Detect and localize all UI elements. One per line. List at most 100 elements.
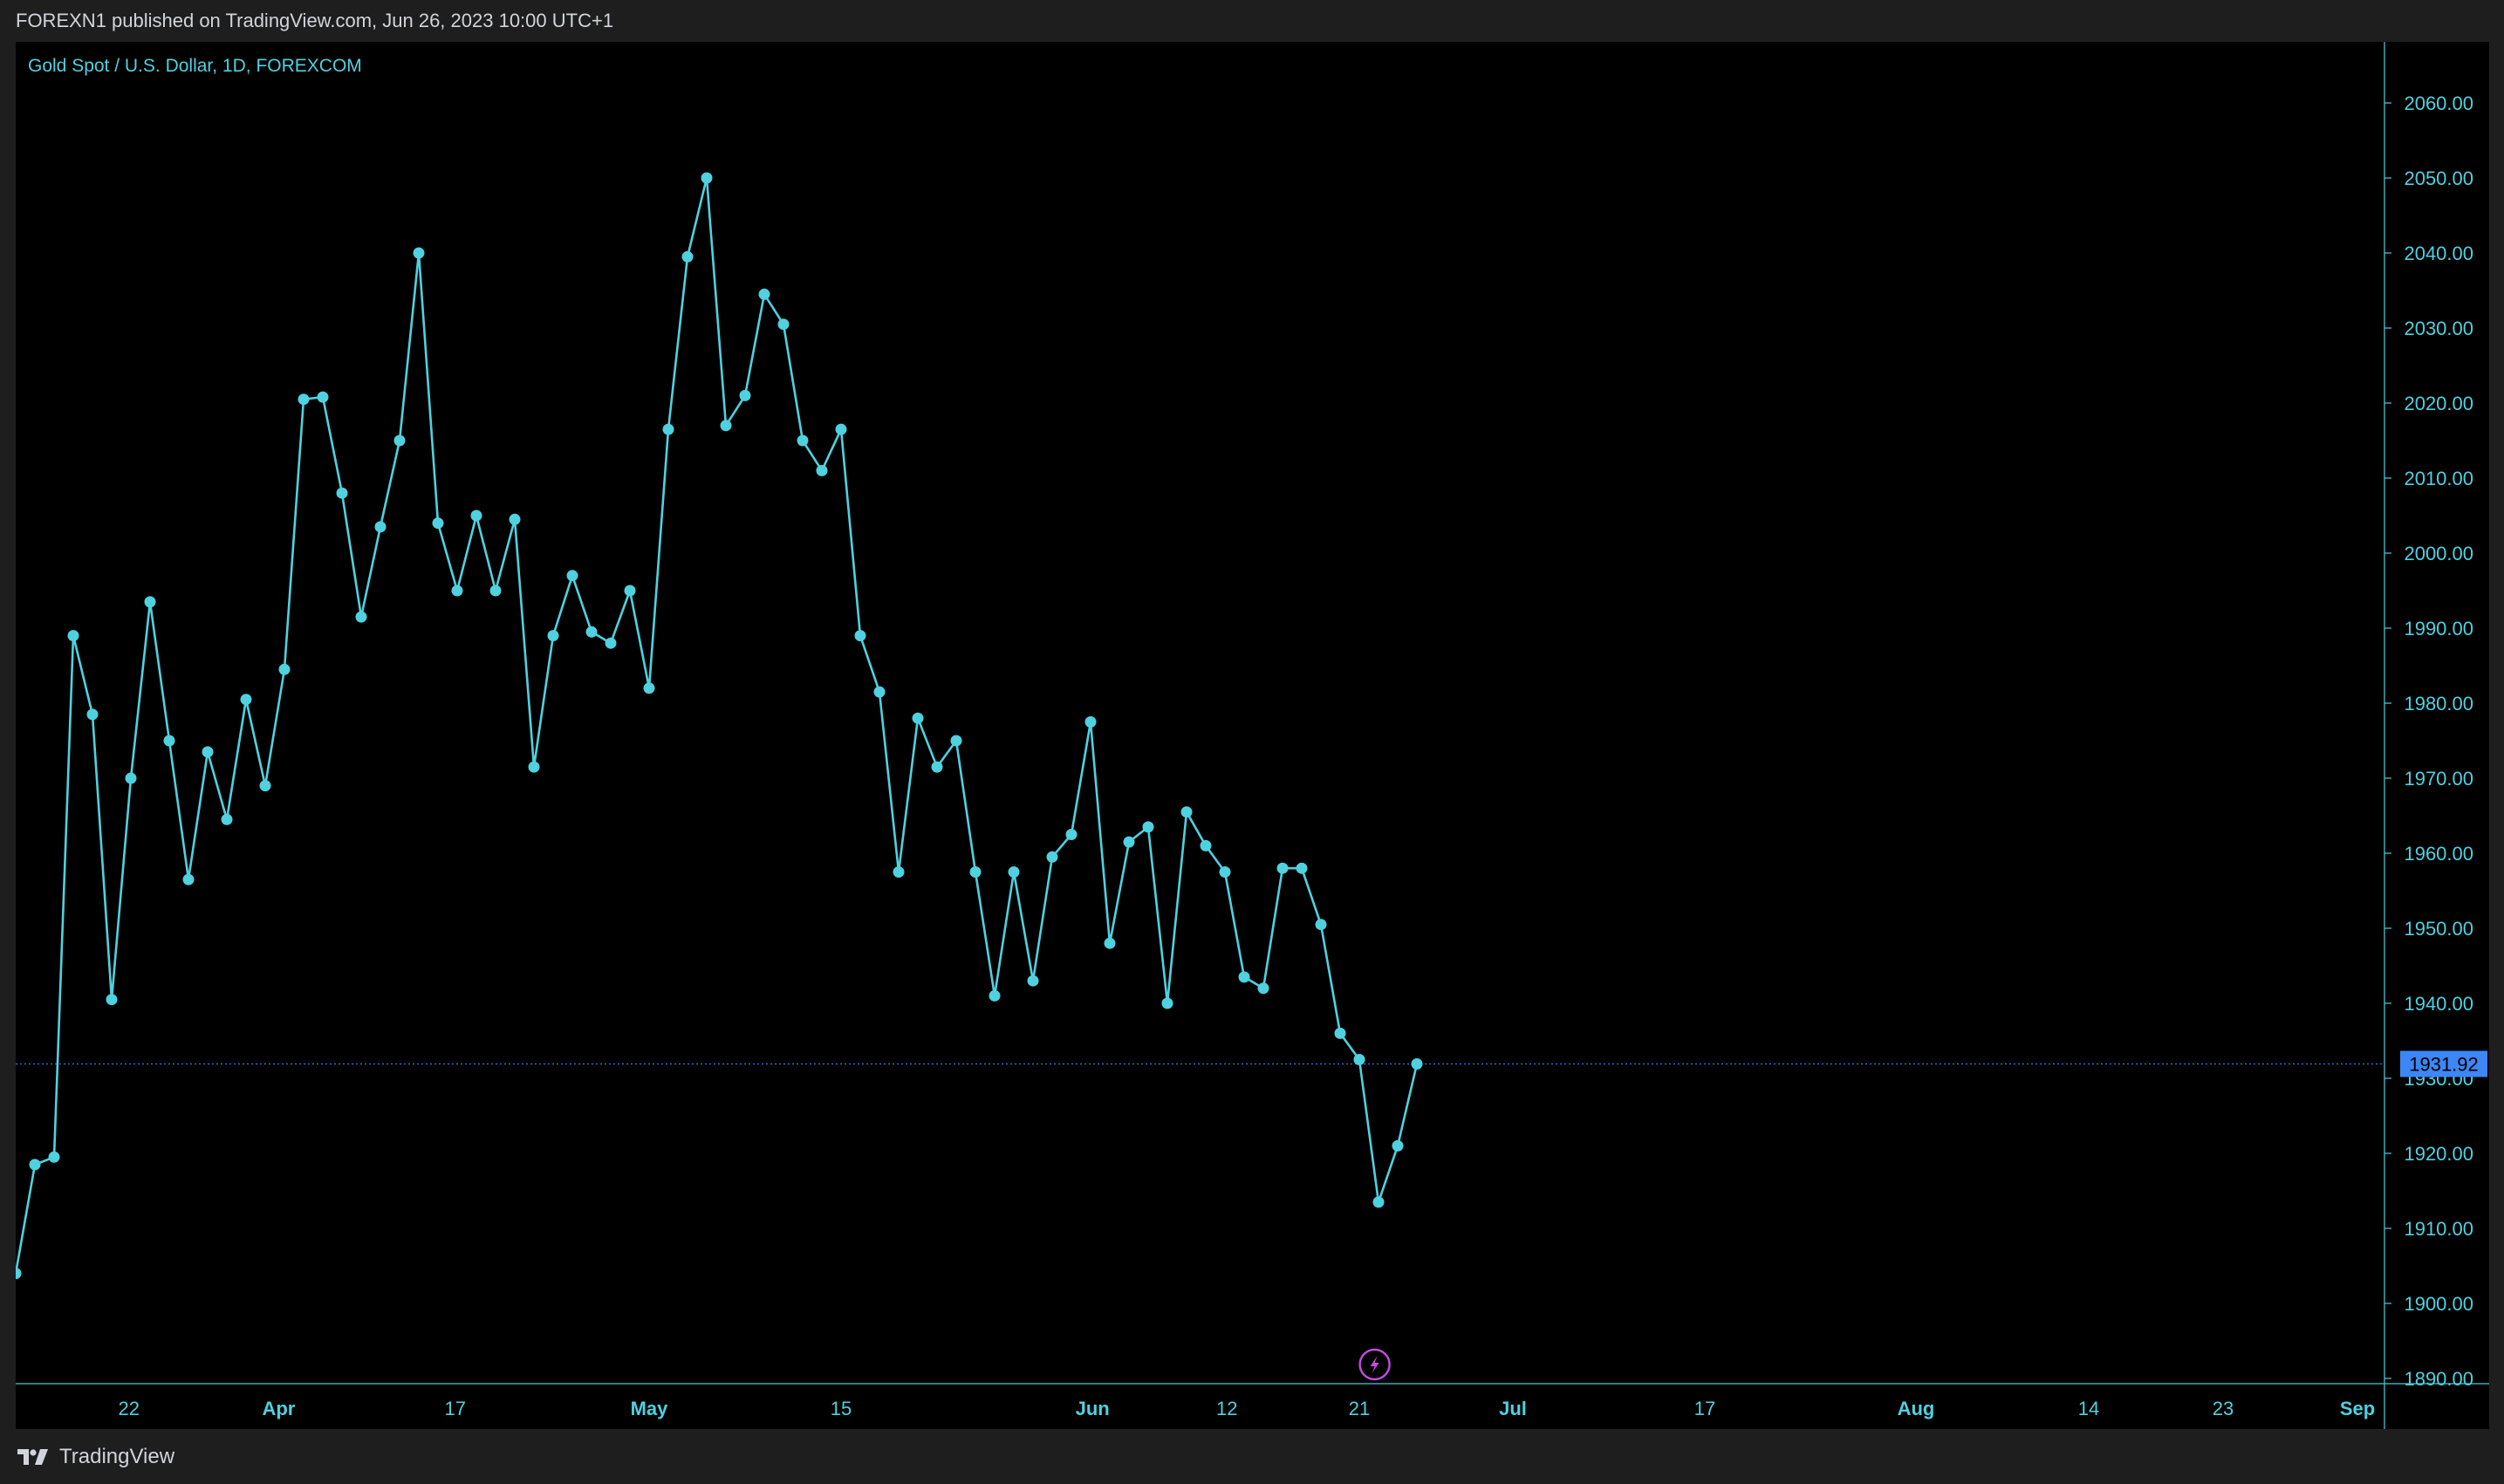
price-point[interactable] [777,318,790,331]
price-point[interactable] [1008,866,1020,878]
price-point[interactable] [374,521,387,533]
price-point[interactable] [48,1151,60,1163]
price-point[interactable] [1276,862,1289,874]
price-point[interactable] [1238,971,1250,983]
y-tick-label: 2000.00 [2404,543,2473,564]
price-point[interactable] [1161,997,1173,1009]
price-point[interactable] [336,487,348,499]
price-point[interactable] [16,1268,22,1280]
price-point[interactable] [1046,851,1058,863]
price-point[interactable] [1372,1196,1385,1208]
price-point[interactable] [29,1159,41,1171]
price-point[interactable] [221,813,233,825]
price-point[interactable] [355,611,367,623]
price-point[interactable] [163,735,175,747]
price-point[interactable] [662,423,674,435]
price-point[interactable] [1219,866,1231,878]
y-tick-label: 1980.00 [2404,693,2473,715]
price-point[interactable] [1065,829,1078,840]
price-point[interactable] [317,391,329,403]
price-point[interactable] [1084,716,1097,728]
price-point[interactable] [278,663,291,675]
price-point[interactable] [470,509,482,522]
x-tick-label: Apr [262,1398,295,1419]
x-tick-label: 23 [2213,1398,2234,1419]
price-point[interactable] [259,780,271,792]
price-point[interactable] [202,746,214,758]
chart-panel[interactable]: Gold Spot / U.S. Dollar, 1D, FOREXCOM 206… [16,42,2489,1429]
price-point[interactable] [720,420,732,432]
price-point[interactable] [1411,1057,1423,1070]
price-point[interactable] [432,517,444,530]
price-point[interactable] [931,761,943,773]
price-point[interactable] [739,389,751,401]
price-point[interactable] [451,585,463,597]
price-point[interactable] [816,464,828,476]
price-point[interactable] [758,288,770,300]
price-point[interactable] [86,708,99,721]
x-tick-label: Aug [1898,1398,1935,1419]
price-point[interactable] [989,989,1001,1002]
y-tick-label: 1920.00 [2404,1143,2473,1165]
price-point[interactable] [1180,806,1193,818]
price-point[interactable] [1257,982,1269,995]
price-point[interactable] [797,434,809,447]
price-point[interactable] [1200,839,1212,851]
price-point[interactable] [509,513,521,525]
price-point[interactable] [1123,836,1135,848]
price-point[interactable] [701,172,713,184]
x-tick-label: 21 [1349,1398,1370,1419]
price-point[interactable] [393,434,406,447]
price-point[interactable] [528,761,540,773]
price-point[interactable] [585,626,598,638]
price-point[interactable] [106,994,118,1006]
y-tick-label: 1910.00 [2404,1218,2473,1240]
tradingview-logo-icon[interactable] [16,1447,51,1467]
price-chart[interactable]: Gold Spot / U.S. Dollar, 1D, FOREXCOM 206… [16,42,2489,1429]
x-tick-label: 14 [2078,1398,2099,1419]
chart-title: Gold Spot / U.S. Dollar, 1D, FOREXCOM [28,56,362,76]
x-tick-label: 12 [1216,1398,1237,1419]
price-point[interactable] [1353,1054,1365,1065]
price-point[interactable] [893,866,905,878]
price-point[interactable] [1315,919,1327,931]
price-point[interactable] [605,637,617,649]
price-point[interactable] [67,630,79,642]
price-point[interactable] [1142,821,1154,833]
footer: TradingView [0,1429,2504,1484]
price-line[interactable] [16,176,1419,1274]
price-point[interactable] [298,393,310,406]
price-point[interactable] [182,873,195,886]
price-point[interactable] [835,423,847,435]
price-point[interactable] [1027,975,1039,987]
price-point[interactable] [969,866,982,878]
price-point[interactable] [1104,937,1116,949]
last-price-label: 1931.92 [2409,1053,2479,1075]
y-tick-label: 2040.00 [2404,243,2473,264]
price-point[interactable] [950,735,962,747]
price-point[interactable] [873,686,886,698]
price-point[interactable] [1296,862,1308,874]
price-point[interactable] [413,247,425,259]
y-tick-label: 2030.00 [2404,318,2473,339]
y-tick-label: 1890.00 [2404,1368,2473,1390]
price-point[interactable] [240,694,252,706]
price-point[interactable] [547,630,559,642]
price-point[interactable] [681,250,694,263]
y-tick-label: 1940.00 [2404,993,2473,1015]
price-point[interactable] [912,712,924,724]
price-point[interactable] [489,585,502,597]
y-tick-label: 1900.00 [2404,1293,2473,1315]
x-tick-label: Sep [2340,1398,2375,1419]
price-point[interactable] [643,682,655,694]
price-point[interactable] [566,570,578,582]
y-tick-label: 1960.00 [2404,843,2473,865]
price-point[interactable] [144,596,156,608]
x-tick-label: Jul [1499,1398,1527,1419]
price-point[interactable] [854,630,866,642]
price-point[interactable] [125,772,137,784]
price-point[interactable] [1392,1139,1404,1152]
price-point[interactable] [624,585,636,597]
y-tick-label: 2060.00 [2404,92,2473,114]
price-point[interactable] [1334,1027,1346,1039]
